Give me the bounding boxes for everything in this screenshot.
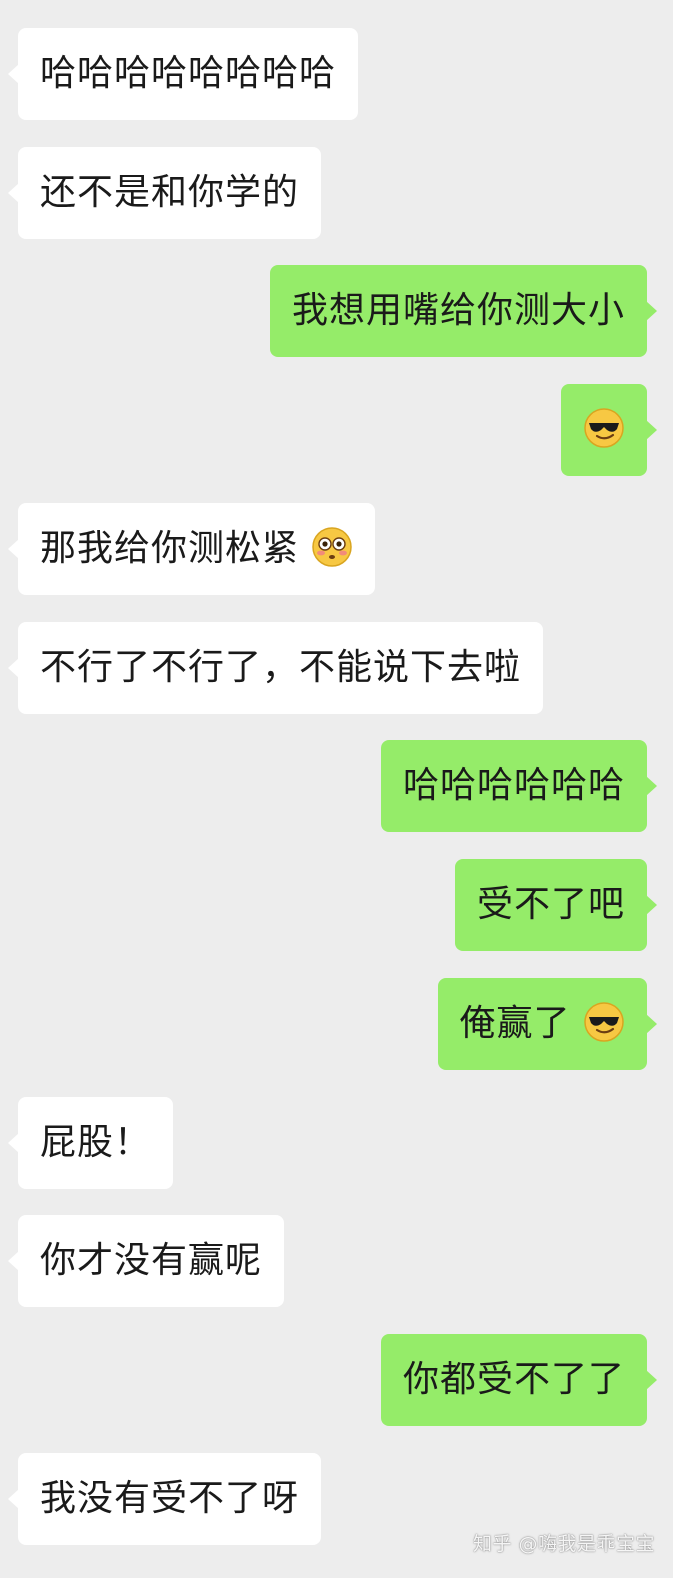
message-row: 哈哈哈哈哈哈 (0, 740, 673, 832)
message-text: 哈哈哈哈哈哈哈哈 (40, 53, 337, 94)
message-text: 那我给你测松紧 (40, 528, 300, 569)
chat-window: 哈哈哈哈哈哈哈哈 还不是和你学的 我想用嘴给你测大小 那我给你测松紧 不行了不行… (0, 0, 673, 1578)
message-row: 俺赢了 (0, 978, 673, 1070)
message-row: 屁股！ (0, 1097, 673, 1189)
message-bubble-outgoing[interactable]: 俺赢了 (437, 978, 658, 1070)
message-bubble-incoming[interactable]: 屁股！ (7, 1097, 174, 1189)
message-row: 那我给你测松紧 (0, 503, 673, 595)
message-text: 受不了吧 (476, 884, 625, 925)
zhihu-watermark: 知乎 @嗨我是乖宝宝 (472, 1533, 655, 1555)
message-text: 还不是和你学的 (40, 172, 300, 213)
message-text: 俺赢了 (459, 1003, 571, 1044)
message-bubble-incoming[interactable]: 那我给你测松紧 (7, 503, 376, 595)
message-bubble-incoming[interactable]: 不行了不行了，不能说下去啦 (7, 622, 544, 714)
message-row: 你才没有赢呢 (0, 1215, 673, 1307)
message-row: 我想用嘴给你测大小 (0, 265, 673, 357)
message-bubble-outgoing[interactable] (561, 384, 657, 476)
message-text: 我没有受不了呀 (40, 1478, 300, 1519)
message-text: 你都受不了了 (402, 1359, 625, 1400)
message-bubble-incoming[interactable]: 还不是和你学的 (7, 147, 322, 239)
flushed-face-icon (312, 527, 353, 567)
message-bubble-outgoing[interactable]: 我想用嘴给你测大小 (269, 265, 658, 357)
message-bubble-outgoing[interactable]: 受不了吧 (454, 859, 658, 951)
message-text: 你才没有赢呢 (40, 1240, 263, 1281)
message-row (0, 384, 673, 476)
message-row: 受不了吧 (0, 859, 673, 951)
message-text: 屁股！ (40, 1122, 152, 1163)
message-bubble-incoming[interactable]: 我没有受不了呀 (7, 1453, 322, 1545)
smiling-sunglasses-icon (584, 1002, 624, 1042)
message-bubble-incoming[interactable]: 哈哈哈哈哈哈哈哈 (7, 28, 359, 120)
message-bubble-outgoing[interactable]: 哈哈哈哈哈哈 (380, 740, 658, 832)
message-text: 哈哈哈哈哈哈 (402, 765, 625, 806)
message-bubble-incoming[interactable]: 你才没有赢呢 (7, 1215, 285, 1307)
message-text: 不行了不行了，不能说下去啦 (40, 647, 522, 688)
smiling-sunglasses-icon (584, 408, 624, 448)
message-row: 哈哈哈哈哈哈哈哈 (0, 28, 673, 120)
message-row: 你都受不了了 (0, 1334, 673, 1426)
message-bubble-outgoing[interactable]: 你都受不了了 (380, 1334, 658, 1426)
message-row: 还不是和你学的 (0, 147, 673, 239)
message-text: 我想用嘴给你测大小 (291, 290, 625, 331)
message-row: 不行了不行了，不能说下去啦 (0, 622, 673, 714)
